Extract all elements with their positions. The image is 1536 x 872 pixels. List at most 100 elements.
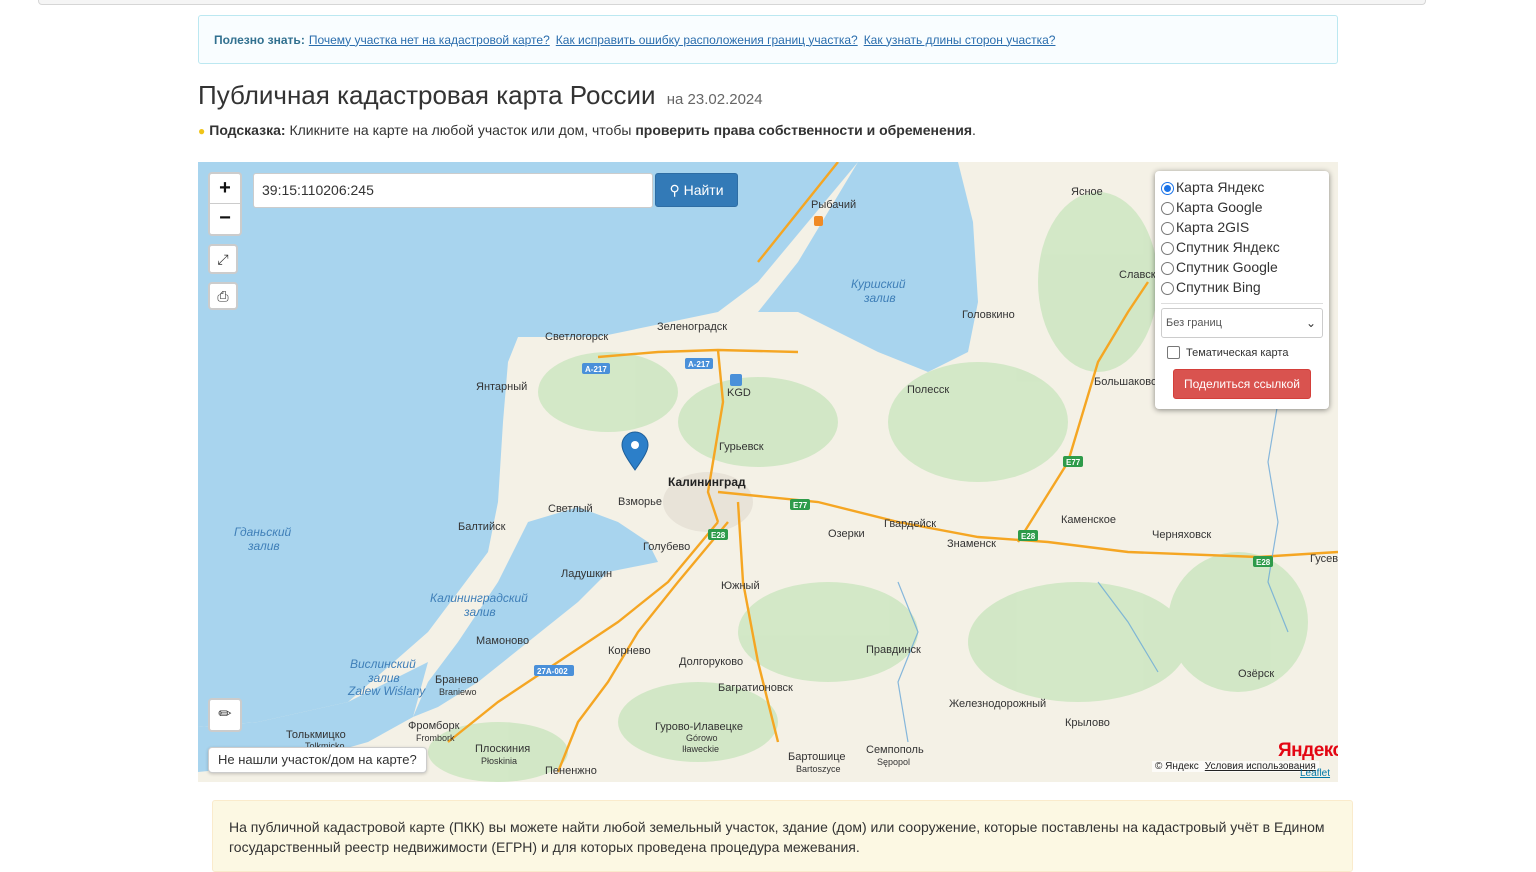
notice-link-side-lengths[interactable]: Как узнать длины сторон участка? — [864, 33, 1056, 47]
road-e77-1: E77 — [793, 501, 808, 510]
label-svetlogorsk: Светлогорск — [545, 331, 608, 343]
thematic-map-label: Тематическая карта — [1186, 346, 1289, 359]
label-vzmorye: Взморье — [618, 496, 662, 508]
layer-option-bing-satellite[interactable]: Спутник Bing — [1161, 277, 1323, 297]
label-svetly: Светлый — [548, 503, 593, 515]
label-kgd: KGD — [727, 387, 751, 399]
page-title: Публичная кадастровая карта России на 23… — [198, 80, 763, 111]
label-braniewo: Braniewo — [439, 687, 477, 697]
layer-label: Спутник Bing — [1176, 279, 1261, 295]
label-zelenogradsk: Зеленоградск — [657, 321, 727, 333]
radio-icon[interactable] — [1161, 201, 1174, 215]
info-panel: На публичной кадастровой карте (ПКК) вы … — [212, 800, 1353, 872]
water-kaliningradsky-2: залив — [463, 605, 496, 619]
zoom-out-button[interactable]: − — [210, 204, 240, 234]
radio-icon[interactable] — [1161, 261, 1174, 275]
label-yantarny: Янтарный — [476, 381, 527, 393]
water-gdansk-1: Гданьский — [234, 525, 292, 539]
measure-button[interactable]: ✏ — [208, 698, 242, 732]
label-guryevsk: Гурьевск — [719, 441, 764, 453]
layer-option-2gis-map[interactable]: Карта 2GIS — [1161, 217, 1323, 237]
label-frombork-ru: Фромборк — [408, 720, 460, 732]
road-e28-3: E28 — [1256, 558, 1271, 567]
not-found-button[interactable]: Не нашли участок/дом на карте? — [208, 747, 427, 773]
radio-icon[interactable] — [1161, 241, 1174, 255]
road-a217-1: A-217 — [585, 365, 607, 374]
notice-link-fix-border[interactable]: Как исправить ошибку расположения границ… — [556, 33, 858, 47]
borders-select[interactable]: Без границ ⌄ — [1161, 308, 1323, 338]
label-znamensk: Знаменск — [947, 538, 996, 550]
airport-icon — [730, 374, 742, 386]
yandex-logo: Яндекс — [1278, 740, 1338, 762]
label-rybachy: Рыбачий — [811, 199, 856, 211]
page-title-text: Публичная кадастровая карта России — [198, 80, 656, 110]
search-icon: ⚲ — [669, 182, 680, 198]
road-27a002: 27A-002 — [537, 667, 568, 676]
radio-icon[interactable] — [1161, 181, 1174, 195]
label-golubevo: Голубево — [643, 541, 690, 553]
notice-link-missing-plot[interactable]: Почему участка нет на кадастровой карте? — [309, 33, 550, 47]
copyright-text: © Яндекс — [1155, 761, 1199, 772]
hint-bold: проверить права собственности и обремене… — [635, 122, 973, 138]
road-e28-1: E28 — [711, 531, 726, 540]
label-gusev: Гусев — [1310, 553, 1338, 565]
label-bartoshitse: Бартошице — [788, 751, 846, 763]
ruler-icon: ✏ — [218, 706, 232, 723]
label-bagrationovsk: Багратионовск — [718, 682, 793, 694]
label-sempopol: Семпополь — [866, 744, 924, 756]
divider — [1161, 303, 1323, 304]
cadastral-number-input[interactable]: 39:15:110206:245 — [253, 173, 653, 208]
leaflet-link[interactable]: Leaflet — [1300, 768, 1330, 779]
label-ozerki: Озерки — [828, 528, 865, 540]
layer-switcher: Карта Яндекс Карта Google Карта 2GIS Спу… — [1155, 171, 1329, 409]
useful-info-notice: Полезно знать: Почему участка нет на кад… — [198, 15, 1338, 64]
find-button-label: Найти — [683, 182, 724, 198]
hint-end: . — [972, 122, 976, 138]
water-kurshsky-1: Куршский — [851, 277, 906, 291]
cadastral-map[interactable]: Калининград Светлогорск Зеленоградск Рыб… — [198, 162, 1338, 782]
label-bartoszyce: Bartoszyce — [796, 764, 841, 774]
layer-option-google-map[interactable]: Карта Google — [1161, 197, 1323, 217]
layer-label: Спутник Google — [1176, 259, 1278, 275]
fuel-icon — [814, 216, 823, 226]
print-button[interactable]: ⎙ — [208, 282, 238, 310]
label-korneevo: Корнево — [608, 645, 651, 657]
yandex-logo-text: Яндекс — [1278, 740, 1338, 761]
label-slavsk: Славск — [1119, 269, 1156, 281]
layer-option-google-satellite[interactable]: Спутник Google — [1161, 257, 1323, 277]
label-chernyakhovsk: Черняховск — [1152, 529, 1211, 541]
label-ilaweckie: Iławeckie — [682, 744, 719, 754]
road-e77-2: E77 — [1066, 458, 1081, 467]
label-tolkmicko-ru: Толькмицко — [286, 729, 346, 741]
road-a217-2: A-217 — [688, 360, 710, 369]
layer-label: Карта Google — [1176, 199, 1263, 215]
printer-icon: ⎙ — [217, 288, 229, 304]
fullscreen-button[interactable]: ⤢ — [208, 244, 238, 274]
label-pieniezno-ru: Пененжно — [545, 765, 597, 777]
radio-icon[interactable] — [1161, 221, 1174, 235]
layer-label: Карта Яндекс — [1176, 179, 1265, 195]
layer-option-yandex-satellite[interactable]: Спутник Яндекс — [1161, 237, 1323, 257]
notice-label: Полезно знать: — [214, 32, 305, 47]
expand-icon: ⤢ — [217, 251, 229, 267]
zoom-in-button[interactable]: + — [210, 174, 240, 204]
thematic-map-checkbox[interactable]: Тематическая карта — [1167, 346, 1323, 359]
share-link-button[interactable]: Поделиться ссылкой — [1173, 369, 1311, 399]
label-ploskinia-ru: Плоскиния — [475, 743, 530, 755]
label-gvardeysk: Гвардейск — [884, 518, 936, 530]
layer-option-yandex-map[interactable]: Карта Яндекс — [1161, 177, 1323, 197]
road-e28-2: E28 — [1021, 532, 1036, 541]
radio-icon[interactable] — [1161, 281, 1174, 295]
label-zheleznodorozhny: Железнодорожный — [949, 698, 1046, 710]
find-button[interactable]: ⚲ Найти — [655, 173, 738, 207]
layer-label: Карта 2GIS — [1176, 219, 1250, 235]
layer-label: Спутник Яндекс — [1176, 239, 1280, 255]
checkbox-icon[interactable] — [1167, 346, 1180, 359]
label-golovkino: Головкино — [962, 309, 1015, 321]
label-dolgorukovo: Долгоруково — [679, 656, 743, 668]
borders-select-value: Без границ — [1166, 317, 1222, 329]
label-mamonovo: Мамоново — [476, 635, 529, 647]
label-pravdinsk: Правдинск — [866, 644, 921, 656]
label-krylovo: Крылово — [1065, 717, 1110, 729]
label-kaliningrad: Калининград — [668, 475, 746, 489]
